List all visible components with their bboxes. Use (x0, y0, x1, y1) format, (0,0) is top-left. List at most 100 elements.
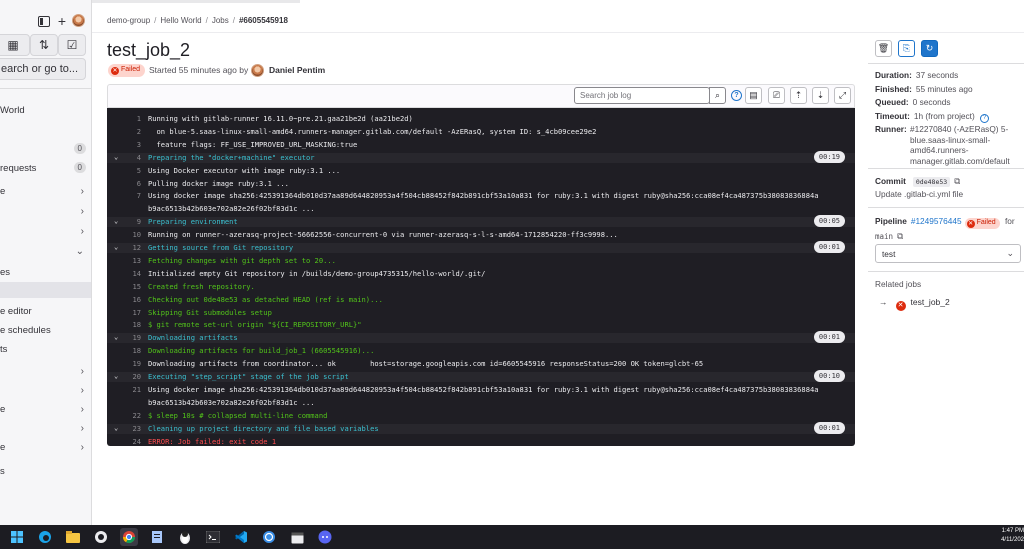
breadcrumb-item[interactable]: Hello World (160, 16, 201, 25)
chevron-down-icon[interactable]: ⌄ (114, 372, 118, 380)
log-line-number[interactable]: 15 (121, 282, 141, 291)
log-line-number[interactable]: 20 (121, 372, 141, 381)
raw-log-icon[interactable]: ⎚ (768, 87, 785, 104)
retry-job-icon[interactable]: ↻ (921, 40, 938, 57)
erase-job-log-icon[interactable]: 🗑 (875, 40, 892, 57)
linux-penguin-icon[interactable] (176, 528, 194, 546)
create-new-icon[interactable]: + (54, 13, 70, 29)
commit-sha[interactable]: 0de48e53 (912, 177, 951, 187)
log-section-header[interactable]: ⌄ 19 Downloading artifacts 00:01 (107, 331, 855, 344)
windows-start-icon[interactable] (8, 528, 26, 546)
log-section-header[interactable]: ⌄ 12 Getting source from Git repository 00:… (107, 241, 855, 253)
system-clock[interactable]: 1:47 PM 4/11/202 (990, 527, 1024, 545)
stage-dropdown[interactable]: test ⌄ (875, 244, 1021, 263)
vscode-icon[interactable] (232, 528, 250, 546)
sidebar-toggle-icon[interactable] (36, 13, 52, 29)
scroll-to-top-icon[interactable]: ⇡ (790, 87, 807, 104)
pipeline-link[interactable]: #1249576445 (911, 216, 962, 226)
copy-icon[interactable]: ⧉ (954, 176, 960, 186)
chrome-browser-icon[interactable] (120, 528, 138, 546)
help-icon[interactable]: ? (980, 114, 990, 123)
sidebar-item-pipeline-schedules[interactable]: e schedules (0, 325, 91, 343)
log-section-header[interactable]: ⌄ 23 Cleaning up project directory and fil… (107, 421, 855, 434)
breadcrumb-current[interactable]: #6605545918 (239, 16, 288, 25)
file-explorer-icon[interactable] (64, 528, 82, 546)
notepad-icon[interactable] (148, 528, 166, 546)
discord-icon[interactable] (316, 528, 334, 546)
search-job-log-input[interactable]: Search job log (574, 87, 710, 104)
chevron-down-icon[interactable]: ⌄ (114, 424, 118, 432)
log-line-number[interactable]: 13 (121, 256, 141, 265)
log-section-header[interactable]: ⌄ 9 Preparing environment 00:05 (107, 215, 855, 228)
user-avatar[interactable] (72, 14, 85, 27)
pipeline-status-badge[interactable]: ✕ Failed (964, 218, 1000, 229)
log-line-number[interactable]: 2 (121, 127, 141, 136)
log-line-number[interactable]: 4 (121, 153, 141, 162)
sidebar-item-secure[interactable]: › (0, 366, 91, 384)
related-job-item[interactable]: → ✕ test_job_2 (879, 297, 950, 311)
log-line-number[interactable]: 14 (121, 269, 141, 278)
sidebar-item-issues[interactable]: 0 (0, 143, 91, 162)
sidebar-item-settings[interactable]: s (0, 466, 91, 484)
sidebar-item-artifacts[interactable]: ts (0, 344, 91, 362)
log-line-number[interactable]: 24 (121, 437, 141, 446)
app-circle-icon[interactable] (92, 528, 110, 546)
new-issue-icon[interactable]: ⎘ (898, 40, 915, 57)
issues-button[interactable]: ▦ (0, 34, 30, 56)
search-icon[interactable]: ⌕ (709, 87, 726, 104)
chevron-down-icon[interactable]: ⌄ (114, 243, 118, 251)
help-icon[interactable]: ? (731, 90, 742, 101)
branch-name[interactable]: main (875, 232, 893, 241)
sidebar-item-build[interactable]: ⌄ (0, 246, 91, 264)
breadcrumb-item[interactable]: demo-group (107, 16, 150, 25)
chevron-down-icon[interactable]: ⌄ (114, 217, 118, 225)
search-or-go-to[interactable]: earch or go to... (0, 58, 86, 80)
log-line-number[interactable]: 12 (121, 243, 141, 252)
sidebar-item-monitor[interactable]: › (0, 423, 91, 441)
log-line-number[interactable]: 19 (121, 333, 141, 342)
log-line-number[interactable]: 16 (121, 295, 141, 304)
copy-icon[interactable]: ⧉ (897, 231, 903, 241)
log-line-number[interactable]: 10 (121, 230, 141, 239)
log-line-number[interactable]: 19 (121, 359, 141, 368)
log-line-number[interactable]: 21 (121, 385, 141, 394)
sidebar-item-analyze[interactable]: e › (0, 442, 91, 460)
log-line-number[interactable]: 6 (121, 179, 141, 188)
calendar-icon[interactable] (288, 528, 306, 546)
sidebar-item-operate[interactable]: e › (0, 404, 91, 422)
edge-browser-icon[interactable] (36, 528, 54, 546)
sidebar-item-deploy[interactable]: › (0, 385, 91, 403)
sidebar-item-pipeline-editor[interactable]: e editor (0, 306, 91, 324)
log-line-number[interactable]: 23 (121, 424, 141, 433)
chevron-down-icon[interactable]: ⌄ (114, 333, 118, 341)
sidebar-item-merge-requests[interactable]: requests 0 (0, 162, 91, 181)
sidebar-item-project[interactable]: World (0, 105, 91, 123)
log-section-header[interactable]: ⌄ 4 Preparing the "docker+machine" executo… (107, 150, 855, 163)
log-section-header[interactable]: ⌄ 20 Executing "step_script" stage of the … (107, 370, 855, 382)
log-line-number[interactable]: 17 (121, 308, 141, 317)
author-avatar[interactable] (251, 64, 264, 77)
terminal-icon[interactable] (204, 528, 222, 546)
sidebar-item-jobs[interactable] (0, 282, 91, 298)
breadcrumb-item[interactable]: Jobs (212, 16, 229, 25)
log-line-number[interactable]: 5 (121, 166, 141, 175)
scroll-to-bottom-icon[interactable]: ⇣ (812, 87, 829, 104)
sidebar-item-manage[interactable]: e › (0, 186, 91, 204)
todo-button[interactable]: ☑ (58, 34, 86, 56)
merge-requests-button[interactable]: ⇅ (30, 34, 58, 56)
app-power-icon[interactable] (260, 528, 278, 546)
log-line-number[interactable]: 9 (121, 217, 141, 226)
author-name[interactable]: Daniel Pentim (269, 65, 325, 75)
log-line-number[interactable]: 7 (121, 191, 141, 200)
log-line-number[interactable]: 18 (121, 346, 141, 355)
sidebar-item-plan[interactable]: › (0, 206, 91, 224)
log-line-number[interactable]: 22 (121, 411, 141, 420)
sidebar-item-code[interactable]: › (0, 226, 91, 244)
show-full-log-icon[interactable]: ▤ (745, 87, 762, 104)
log-line-number[interactable]: 1 (121, 114, 141, 123)
log-line-number[interactable]: 3 (121, 140, 141, 149)
status-badge[interactable]: ✕ Failed (108, 64, 146, 77)
commit-message[interactable]: Update .gitlab-ci.yml file (875, 189, 963, 199)
chevron-down-icon[interactable]: ⌄ (114, 153, 118, 161)
fullscreen-icon[interactable]: ⤢ (834, 87, 851, 104)
